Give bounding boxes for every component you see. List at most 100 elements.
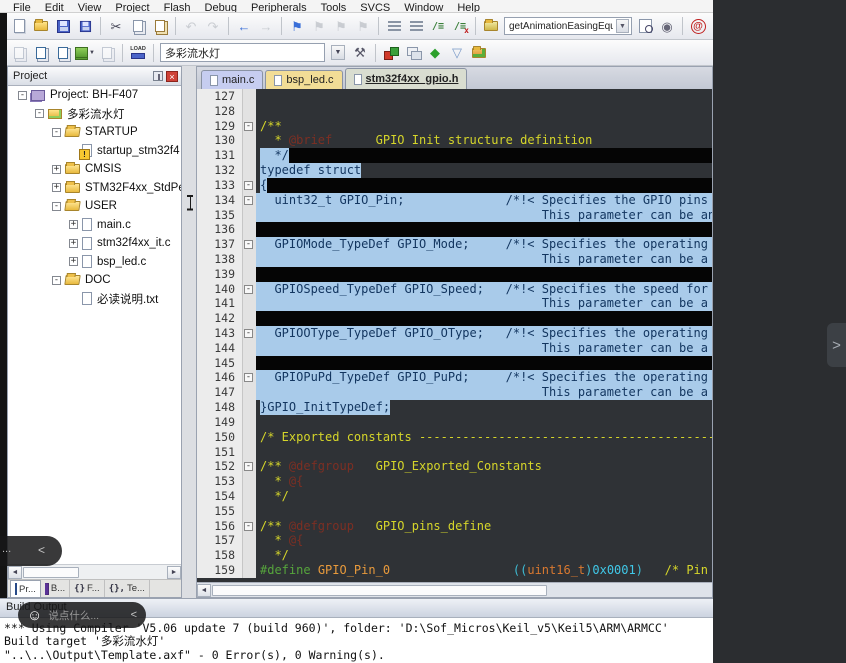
code-line-129[interactable]: 129-/** bbox=[197, 119, 712, 134]
project-hscroll-thumb[interactable] bbox=[23, 567, 79, 578]
tree-item[interactable]: -多彩流水灯 bbox=[8, 105, 181, 124]
scroll-left-icon[interactable]: ◄ bbox=[8, 566, 22, 579]
expand-expander-icon[interactable]: + bbox=[69, 239, 78, 248]
uncomment-icon[interactable]: /≡ bbox=[450, 16, 470, 36]
translate-icon[interactable] bbox=[9, 43, 29, 63]
collapse-expander-icon[interactable]: - bbox=[18, 91, 27, 100]
menu-peripherals[interactable]: Peripherals bbox=[244, 1, 314, 13]
editor-tab-bsp_led-c[interactable]: bsp_led.c bbox=[265, 70, 342, 89]
code-line-154[interactable]: 154 */ bbox=[197, 489, 712, 504]
code-line-127[interactable]: 127 bbox=[197, 89, 712, 104]
mini-collapse-chevron[interactable]: < bbox=[38, 543, 45, 557]
fold-collapse-icon[interactable]: - bbox=[244, 373, 253, 382]
expand-panel-chevron[interactable]: > bbox=[827, 323, 846, 367]
menu-file[interactable]: File bbox=[6, 1, 38, 13]
code-line-138[interactable]: 138 This parameter can be a value of @re… bbox=[197, 252, 712, 267]
menu-svcs[interactable]: SVCS bbox=[353, 1, 397, 13]
fold-collapse-icon[interactable]: - bbox=[244, 462, 253, 471]
bookmark-icon[interactable]: ⚑ bbox=[287, 16, 307, 36]
insert-template-icon[interactable]: ◆ bbox=[425, 43, 445, 63]
project-hscrollbar[interactable]: ◄ ► bbox=[8, 564, 181, 579]
editor-hscrollbar[interactable]: ◄ bbox=[197, 582, 712, 597]
fold-collapse-icon[interactable]: - bbox=[244, 240, 253, 249]
scroll-right-icon[interactable]: ► bbox=[167, 566, 181, 579]
tree-item[interactable]: +main.c bbox=[8, 216, 181, 235]
cut-icon[interactable]: ✂ bbox=[106, 16, 126, 36]
lookup-icon[interactable]: ◉ bbox=[657, 16, 677, 36]
next-bookmark-icon[interactable]: ⚑ bbox=[331, 16, 351, 36]
editor-tab-stm32f4xx_gpio-h[interactable]: stm32f4xx_gpio.h bbox=[345, 68, 468, 89]
code-line-143[interactable]: 143- GPIOOType_TypeDef GPIO_OType; /*!< … bbox=[197, 326, 712, 341]
code-line-140[interactable]: 140- GPIOSpeed_TypeDef GPIO_Speed; /*!< … bbox=[197, 282, 712, 297]
collapse-expander-icon[interactable]: - bbox=[35, 109, 44, 118]
tree-item[interactable]: -STARTUP bbox=[8, 123, 181, 142]
collapse-expander-icon[interactable]: - bbox=[52, 202, 61, 211]
collapse-expander-icon[interactable]: - bbox=[52, 128, 61, 137]
code-line-128[interactable]: 128 bbox=[197, 104, 712, 119]
tree-item[interactable]: -USER bbox=[8, 197, 181, 216]
code-line-159[interactable]: 159#define GPIO_Pin_0 ((uint16_t)0x0001)… bbox=[197, 563, 712, 578]
tree-item[interactable]: +CMSIS bbox=[8, 160, 181, 179]
options-for-target-icon[interactable]: ⚒ bbox=[350, 43, 370, 63]
code-line-134[interactable]: 134- uint32_t GPIO_Pin; /*!< Specifies t… bbox=[197, 193, 712, 208]
fold-collapse-icon[interactable]: - bbox=[244, 196, 253, 205]
close-panel-icon[interactable]: × bbox=[166, 71, 178, 82]
code-line-150[interactable]: 150/* Exported constants ---------------… bbox=[197, 430, 712, 445]
tree-item[interactable]: +bsp_led.c bbox=[8, 253, 181, 272]
fold-collapse-icon[interactable]: - bbox=[244, 122, 253, 131]
editor-hscroll-thumb[interactable] bbox=[212, 585, 547, 596]
code-line-136[interactable]: 136 bbox=[197, 222, 712, 237]
tree-item[interactable]: +STM32F4xx_StdPerip bbox=[8, 179, 181, 198]
prev-bookmark-icon[interactable]: ⚑ bbox=[309, 16, 329, 36]
rebuild-icon[interactable] bbox=[53, 43, 73, 63]
expand-expander-icon[interactable]: + bbox=[52, 183, 61, 192]
save-icon[interactable] bbox=[53, 16, 73, 36]
code-line-142[interactable]: 142 bbox=[197, 311, 712, 326]
pin-icon[interactable] bbox=[153, 71, 163, 81]
tree-item[interactable]: 必读说明.txt bbox=[8, 290, 181, 309]
search-combobox[interactable]: getAnimationEasingEqua ▼ bbox=[504, 17, 632, 35]
search-dropdown-icon[interactable]: ▼ bbox=[616, 19, 629, 33]
save-all-icon[interactable] bbox=[75, 16, 95, 36]
code-line-151[interactable]: 151 bbox=[197, 445, 712, 460]
code-line-144[interactable]: 144 This parameter can be a value of @re… bbox=[197, 341, 712, 356]
code-line-131[interactable]: 131 */ bbox=[197, 148, 712, 163]
code-line-132[interactable]: 132typedef struct bbox=[197, 163, 712, 178]
panel-splitter[interactable] bbox=[182, 66, 196, 598]
batch-build-icon[interactable]: ▼ bbox=[75, 43, 95, 63]
stop-build-icon[interactable] bbox=[97, 43, 117, 63]
fold-collapse-icon[interactable]: - bbox=[244, 285, 253, 294]
code-line-157[interactable]: 157 * @{ bbox=[197, 533, 712, 548]
tree-item[interactable]: startup_stm32f4 bbox=[8, 142, 181, 161]
editor-tab-main-c[interactable]: main.c bbox=[201, 70, 263, 89]
code-line-130[interactable]: 130 * @brief GPIO Init structure definit… bbox=[197, 133, 712, 148]
build-icon[interactable] bbox=[31, 43, 51, 63]
chat-overlay-bar[interactable]: ☺ 说点什么... < bbox=[18, 602, 146, 628]
panel-tab-pr[interactable]: Pr... bbox=[10, 580, 41, 597]
navigate-forward-icon[interactable]: → bbox=[256, 16, 276, 36]
help-search-icon[interactable]: @ bbox=[688, 16, 708, 36]
menu-project[interactable]: Project bbox=[108, 1, 156, 13]
collapse-expander-icon[interactable]: - bbox=[52, 276, 61, 285]
menu-window[interactable]: Window bbox=[397, 1, 450, 13]
menu-debug[interactable]: Debug bbox=[198, 1, 244, 13]
expand-expander-icon[interactable]: + bbox=[69, 220, 78, 229]
redo-icon[interactable]: ↷ bbox=[203, 16, 223, 36]
fold-collapse-icon[interactable]: - bbox=[244, 329, 253, 338]
indent-icon[interactable] bbox=[406, 16, 426, 36]
panel-tab-b[interactable]: B... bbox=[41, 580, 70, 597]
code-line-146[interactable]: 146- GPIOPuPd_TypeDef GPIO_PuPd; /*!< Sp… bbox=[197, 370, 712, 385]
download-flash-icon[interactable]: LOAD bbox=[128, 43, 148, 63]
code-line-158[interactable]: 158 */ bbox=[197, 548, 712, 563]
code-line-156[interactable]: 156-/** @defgroup GPIO_pins_define bbox=[197, 519, 712, 534]
code-line-147[interactable]: 147 This parameter can be a value of @re… bbox=[197, 385, 712, 400]
outdent-icon[interactable] bbox=[384, 16, 404, 36]
navigate-back-icon[interactable]: ← bbox=[234, 16, 254, 36]
code-line-141[interactable]: 141 This parameter can be a value of @re… bbox=[197, 296, 712, 311]
paste-icon[interactable] bbox=[150, 16, 170, 36]
code-line-145[interactable]: 145 bbox=[197, 356, 712, 371]
help-book-icon[interactable] bbox=[481, 16, 501, 36]
menu-flash[interactable]: Flash bbox=[157, 1, 198, 13]
manage-project-items-icon[interactable] bbox=[381, 43, 401, 63]
chat-collapse-chevron[interactable]: < bbox=[131, 609, 137, 621]
